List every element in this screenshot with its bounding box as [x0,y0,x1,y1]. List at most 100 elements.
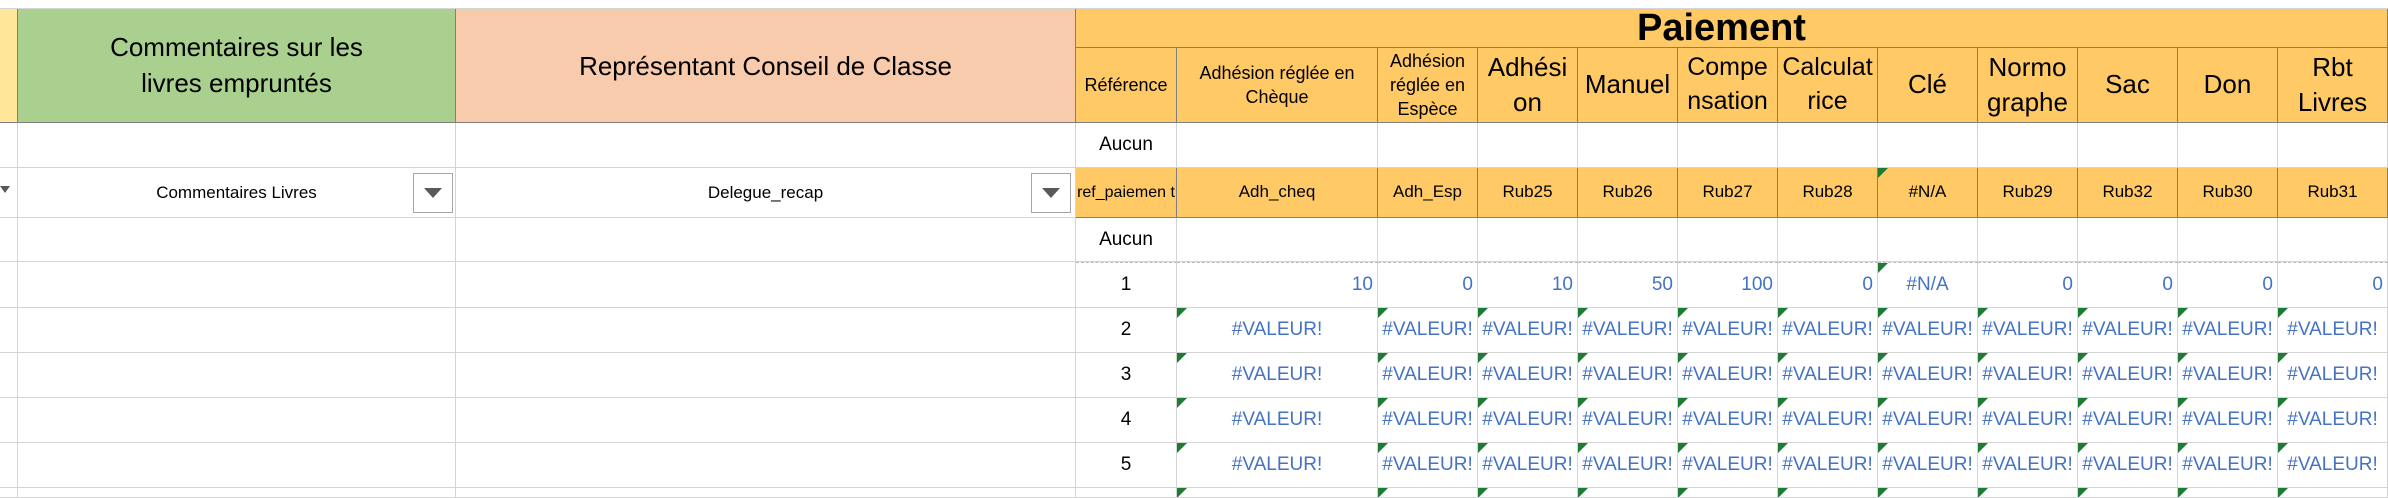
commentaires-cell[interactable] [18,308,456,353]
payment-cell[interactable] [1177,218,1378,262]
column-header-9[interactable]: Sac [2078,48,2178,123]
payment-cell[interactable] [1378,123,1478,168]
payment-value-cell[interactable]: #VALEUR! [1378,443,1478,488]
reference-cell[interactable]: Aucun [1076,218,1177,262]
partial-column-cell[interactable] [0,262,18,308]
code-cell-0[interactable]: ref_paiemen t [1076,168,1177,218]
payment-value-cell[interactable]: #VALEUR! [1378,308,1478,353]
payment-value-cell[interactable]: #VALEUR! [2078,398,2178,443]
reference-cell[interactable]: 1 [1076,262,1177,308]
payment-value-cell[interactable]: #VALEUR! [1478,308,1578,353]
payment-value-cell[interactable]: #VALEUR! [1177,398,1378,443]
column-header-8[interactable]: Normo graphe [1978,48,2078,123]
payment-cell[interactable] [2078,218,2178,262]
payment-value-cell[interactable]: #VALEUR! [1578,308,1678,353]
payment-value-cell[interactable]: 0 [1978,262,2078,308]
payment-value-cell[interactable]: #VALEUR! [2078,353,2178,398]
code-cell-1[interactable]: Adh_cheq [1177,168,1378,218]
payment-value-cell[interactable]: #VALEUR! [1478,398,1578,443]
code-cell-8[interactable]: Rub29 [1978,168,2078,218]
column-header-3[interactable]: Adhési on [1478,48,1578,123]
partial-row-cell[interactable] [1678,488,1778,498]
column-header-11[interactable]: Rbt Livres [2278,48,2388,123]
payment-value-cell[interactable]: #VALEUR! [2178,398,2278,443]
payment-value-cell[interactable]: 0 [2178,262,2278,308]
payment-cell[interactable] [2178,123,2278,168]
reference-cell[interactable]: 2 [1076,308,1177,353]
payment-value-cell[interactable]: #VALEUR! [2278,398,2388,443]
code-cell-2[interactable]: Adh_Esp [1378,168,1478,218]
commentaires-cell[interactable] [18,488,456,498]
payment-value-cell[interactable]: #VALEUR! [1578,353,1678,398]
partial-row-cell[interactable] [2278,488,2388,498]
payment-value-cell[interactable]: #VALEUR! [1778,398,1878,443]
payment-value-cell[interactable]: 0 [1378,262,1478,308]
payment-value-cell[interactable]: #VALEUR! [1177,308,1378,353]
partial-row-cell[interactable] [1076,488,1177,498]
payment-value-cell[interactable]: #VALEUR! [1177,443,1378,488]
payment-value-cell[interactable]: #VALEUR! [1978,353,2078,398]
reference-cell[interactable]: Aucun [1076,123,1177,168]
partial-column-cell[interactable] [0,218,18,262]
payment-value-cell[interactable]: #N/A [1878,262,1978,308]
partial-row-cell[interactable] [1978,488,2078,498]
payment-cell[interactable] [1778,123,1878,168]
payment-value-cell[interactable]: #VALEUR! [2278,308,2388,353]
payment-value-cell[interactable]: #VALEUR! [1778,353,1878,398]
payment-cell[interactable] [1978,218,2078,262]
payment-value-cell[interactable]: #VALEUR! [1678,443,1778,488]
payment-value-cell[interactable]: 100 [1678,262,1778,308]
payment-value-cell[interactable]: 0 [2278,262,2388,308]
payment-value-cell[interactable]: #VALEUR! [1878,443,1978,488]
payment-value-cell[interactable]: #VALEUR! [1878,398,1978,443]
payment-cell[interactable] [1578,218,1678,262]
payment-value-cell[interactable]: #VALEUR! [1978,308,2078,353]
code-cell-3[interactable]: Rub25 [1478,168,1578,218]
delegue-dropdown-button[interactable] [1031,173,1071,213]
payment-cell[interactable] [1878,123,1978,168]
partial-column-cell[interactable] [0,353,18,398]
partial-row-cell[interactable] [1578,488,1678,498]
representant-cell[interactable] [456,398,1076,443]
commentaires-cell[interactable] [18,123,456,168]
column-header-0[interactable]: Référence [1076,48,1177,123]
commentaires-cell[interactable] [18,398,456,443]
code-cell-7[interactable]: #N/A [1878,168,1978,218]
code-cell-4[interactable]: Rub26 [1578,168,1678,218]
commentaires-cell[interactable] [18,218,456,262]
column-header-4[interactable]: Manuel [1578,48,1678,123]
payment-value-cell[interactable]: #VALEUR! [1578,398,1678,443]
commentaires-dropdown-button[interactable] [413,173,453,213]
payment-value-cell[interactable]: #VALEUR! [1478,443,1578,488]
partial-column-cell[interactable] [0,398,18,443]
representant-cell[interactable] [456,443,1076,488]
payment-value-cell[interactable]: #VALEUR! [1878,353,1978,398]
partial-column-cell[interactable] [0,168,18,218]
partial-row-cell[interactable] [1478,488,1578,498]
payment-value-cell[interactable]: #VALEUR! [1478,353,1578,398]
payment-cell[interactable] [1678,123,1778,168]
partial-column-cell[interactable] [0,308,18,353]
code-cell-6[interactable]: Rub28 [1778,168,1878,218]
column-header-7[interactable]: Clé [1878,48,1978,123]
payment-value-cell[interactable]: #VALEUR! [1778,443,1878,488]
payment-value-cell[interactable]: #VALEUR! [1978,398,2078,443]
partial-row-cell[interactable] [1378,488,1478,498]
column-header-10[interactable]: Don [2178,48,2278,123]
payment-cell[interactable] [2078,123,2178,168]
payment-value-cell[interactable]: #VALEUR! [1778,308,1878,353]
column-header-2[interactable]: Adhésion réglée en Espèce [1378,48,1478,123]
payment-value-cell[interactable]: #VALEUR! [2178,353,2278,398]
partial-column-cell[interactable] [0,123,18,168]
reference-cell[interactable]: 4 [1076,398,1177,443]
code-cell-11[interactable]: Rub31 [2278,168,2388,218]
representant-cell[interactable] [456,353,1076,398]
column-header-6[interactable]: Calculat rice [1778,48,1878,123]
payment-value-cell[interactable]: #VALEUR! [1177,353,1378,398]
commentaires-dropdown[interactable]: Commentaires Livres [18,168,456,218]
payment-value-cell[interactable]: #VALEUR! [1678,398,1778,443]
payment-cell[interactable] [2278,123,2388,168]
payment-value-cell[interactable]: #VALEUR! [1678,308,1778,353]
commentaires-cell[interactable] [18,353,456,398]
payment-cell[interactable] [1378,218,1478,262]
